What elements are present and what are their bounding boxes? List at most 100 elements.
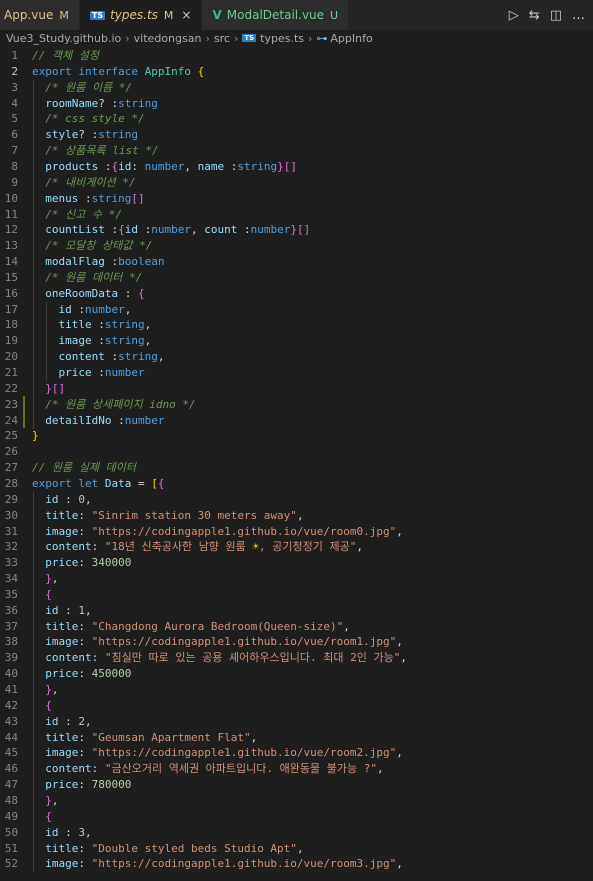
- code-token: 340000: [91, 556, 132, 570]
- code-line[interactable]: 6 style? :string: [0, 127, 593, 144]
- code-line[interactable]: 5 /* css style */: [0, 111, 593, 128]
- code-line[interactable]: 10 menus :string[]: [0, 190, 593, 207]
- code-line[interactable]: 30 title: "Sinrim station 30 meters away…: [0, 507, 593, 524]
- code-line[interactable]: 2 export interface AppInfo {: [0, 64, 593, 80]
- code-line[interactable]: 46 content: "금산오거리 역세권 아파트입니다. 애완동물 불가능 …: [0, 761, 593, 778]
- breadcrumb-item-folder[interactable]: vitedongsan: [134, 32, 202, 45]
- code-line[interactable]: 8 products :{id: number, name :string}[]: [0, 158, 593, 175]
- code-line[interactable]: 37 title: "Changdong Aurora Bedroom(Quee…: [0, 618, 593, 635]
- code-line[interactable]: 31 image: "https://codingapple1.github.i…: [0, 523, 593, 540]
- code-token: number: [144, 159, 185, 173]
- code-line[interactable]: 4 roomName? :string: [0, 95, 593, 112]
- breadcrumb-item-file[interactable]: types.ts: [260, 32, 304, 45]
- code-line[interactable]: 20 content :string,: [0, 349, 593, 366]
- code-token: ,: [144, 334, 152, 348]
- code-token: ,: [396, 635, 403, 649]
- line-number: 3: [11, 80, 18, 94]
- line-number: 24: [4, 413, 18, 427]
- code-line[interactable]: 42 {: [0, 697, 593, 714]
- code-line[interactable]: 39 content: "침실만 따로 있는 공용 셰어하우스입니다. 최대 2…: [0, 650, 593, 667]
- code-token: "18년 신축공사한 남향 원룸: [104, 540, 253, 554]
- line-number: 49: [4, 809, 18, 823]
- compare-changes-icon[interactable]: ⇆: [529, 8, 540, 23]
- code-line[interactable]: 17 id :number,: [0, 301, 593, 318]
- code-text: /* 상품목록 list */: [32, 143, 158, 159]
- code-line[interactable]: 38 image: "https://codingapple1.github.i…: [0, 634, 593, 651]
- code-token: let: [78, 476, 99, 490]
- code-line[interactable]: 21 price :number: [0, 365, 593, 381]
- code-line[interactable]: 40 price: 450000: [0, 666, 593, 683]
- code-line[interactable]: 16 oneRoomData : {: [0, 285, 593, 302]
- code-line[interactable]: 35 {: [0, 586, 593, 603]
- code-line[interactable]: 19 image :string,: [0, 333, 593, 350]
- code-token: number: [85, 302, 125, 316]
- close-icon[interactable]: ×: [181, 8, 191, 22]
- breadcrumb-item-symbol[interactable]: AppInfo: [330, 32, 372, 45]
- code-line[interactable]: 22 }[]: [0, 380, 593, 397]
- code-token: Data: [104, 476, 132, 490]
- code-line[interactable]: 47 price: 780000: [0, 777, 593, 794]
- code-line[interactable]: 3 /* 원룸 이름 */: [0, 79, 593, 96]
- code-line[interactable]: 28 export let Data = [{: [0, 476, 593, 492]
- code-token: /* 원룸 이름 */: [45, 80, 133, 94]
- code-token: string: [118, 350, 158, 364]
- code-line[interactable]: 25}: [0, 428, 593, 444]
- code-line[interactable]: 11 /* 신고 수 */: [0, 206, 593, 223]
- code-token: title: [45, 841, 79, 855]
- code-text: export interface AppInfo {: [32, 64, 204, 80]
- code-line[interactable]: 26: [0, 444, 593, 460]
- code-line[interactable]: 48 },: [0, 792, 593, 809]
- code-line[interactable]: 36 id : 1,: [0, 602, 593, 619]
- code-line[interactable]: 49 {: [0, 808, 593, 825]
- code-line[interactable]: 32 content: "18년 신축공사한 남향 원룸 ☀, 공기청정기 제공…: [0, 539, 593, 556]
- split-editor-icon[interactable]: ◫: [550, 8, 562, 23]
- tab-app-vue[interactable]: App.vue M: [0, 0, 80, 30]
- code-line[interactable]: 24 detailIdNo :number: [0, 412, 593, 429]
- code-token: "https://codingapple1.github.io/vue/room…: [91, 635, 397, 649]
- code-token: price: [45, 556, 79, 570]
- code-line[interactable]: 43 id : 2,: [0, 713, 593, 730]
- code-token: :: [224, 159, 238, 173]
- code-line[interactable]: 7 /* 상품목록 list */: [0, 143, 593, 160]
- code-token: id: [45, 603, 59, 617]
- tab-types-ts[interactable]: TS types.ts M ×: [79, 0, 203, 30]
- code-line[interactable]: 13 /* 모달창 상태값 */: [0, 238, 593, 255]
- code-token: :: [78, 857, 92, 871]
- code-token: }: [32, 429, 39, 443]
- code-token: =: [131, 476, 152, 490]
- code-line[interactable]: 27 // 원룸 실제 데이터: [0, 460, 593, 476]
- tab-modal-detail-vue[interactable]: V ModalDetail.vue U: [202, 0, 350, 30]
- code-editor[interactable]: 1// 객체 설정 2 export interface AppInfo {3 /*…: [0, 46, 593, 881]
- code-line[interactable]: 50 id : 3,: [0, 824, 593, 841]
- breadcrumb-item-src[interactable]: src: [214, 32, 230, 45]
- more-actions-icon[interactable]: …: [572, 8, 585, 23]
- run-icon[interactable]: ▷: [509, 8, 519, 23]
- code-token: countList: [45, 223, 105, 237]
- code-line[interactable]: 29 id : 0,: [0, 491, 593, 508]
- code-line[interactable]: 52 image: "https://codingapple1.github.i…: [0, 856, 593, 873]
- code-line[interactable]: 44 title: "Geumsan Apartment Flat",: [0, 729, 593, 746]
- code-text: /* 내비게이션 */: [32, 175, 135, 191]
- code-line[interactable]: 51 title: "Double styled beds Studio Apt…: [0, 840, 593, 857]
- code-line[interactable]: 14 modalFlag :boolean: [0, 254, 593, 271]
- code-line[interactable]: 12 countList :{id :number, count :number…: [0, 222, 593, 239]
- code-token: {: [157, 476, 165, 490]
- breadcrumb-item-repo[interactable]: Vue3_Study.github.io: [6, 32, 121, 45]
- code-line[interactable]: 1 // 객체 설정: [0, 48, 593, 64]
- code-line[interactable]: 9 /* 내비게이션 */: [0, 174, 593, 191]
- code-line[interactable]: 34 },: [0, 571, 593, 588]
- code-line[interactable]: 15 /* 원룸 데이터 */: [0, 269, 593, 286]
- code-line[interactable]: 33 price: 340000: [0, 555, 593, 572]
- line-number: 9: [11, 175, 18, 189]
- code-token: ,: [184, 159, 198, 173]
- code-line[interactable]: 23 /* 원룸 상세페이지 idno */: [0, 396, 593, 413]
- code-line[interactable]: 41 },: [0, 682, 593, 698]
- code-line[interactable]: 18 title :string,: [0, 317, 593, 334]
- code-line[interactable]: 45 image: "https://codingapple1.github.i…: [0, 745, 593, 762]
- code-token: ,: [51, 572, 59, 586]
